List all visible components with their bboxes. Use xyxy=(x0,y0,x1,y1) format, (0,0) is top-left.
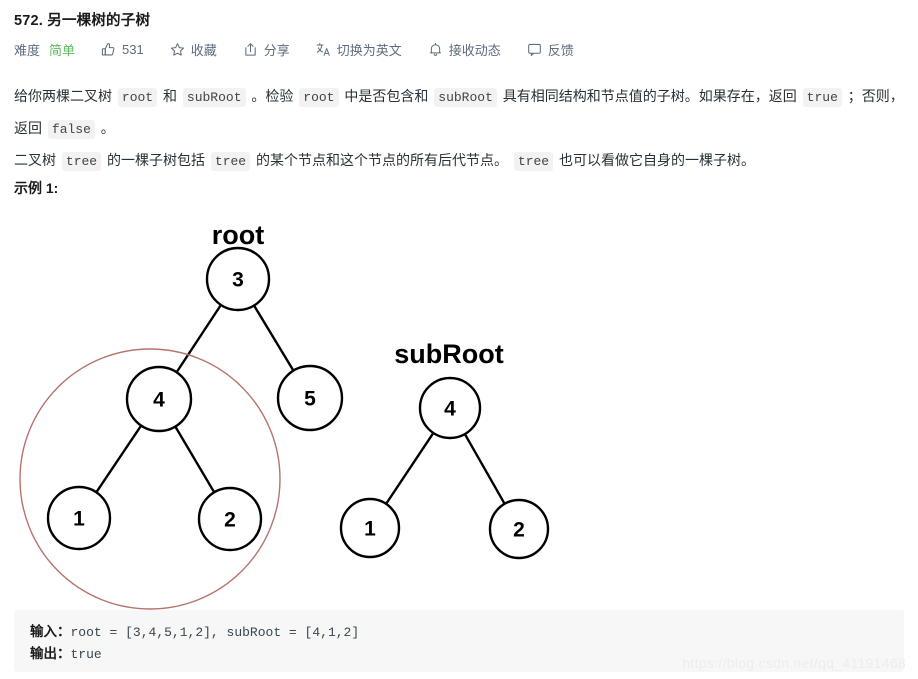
translate-icon xyxy=(316,42,331,57)
desc-text: 也可以看做它自身的一棵子树。 xyxy=(555,152,755,168)
like-count: 531 xyxy=(122,41,144,57)
difficulty-value: 简单 xyxy=(49,42,76,58)
tree-diagram-svg: 3 4 5 1 2 4 1 2 root subRoot xyxy=(19,220,550,610)
tree-node: 4 xyxy=(125,365,193,433)
tree-node-value: 4 xyxy=(444,398,456,421)
tree-edge xyxy=(175,304,222,373)
favorite-label: 收藏 xyxy=(190,42,217,58)
tree-node-value: 1 xyxy=(73,508,85,531)
inline-code-true: true xyxy=(802,88,842,107)
tree-node-value: 2 xyxy=(224,509,236,532)
problem-description: 给你两棵二叉树 root 和 subRoot 。检验 root 中是否包含和 s… xyxy=(14,81,904,177)
feedback-label: 反馈 xyxy=(547,42,574,58)
like-button[interactable]: 531 xyxy=(101,38,144,60)
tree-node-value: 3 xyxy=(232,269,244,292)
tree-node: 1 xyxy=(46,485,112,551)
input-value: root = [3,4,5,1,2], subRoot = [4,1,2] xyxy=(70,625,360,640)
share-icon xyxy=(243,42,258,57)
tree-node: 2 xyxy=(488,498,550,560)
desc-text: 具有相同结构和节点值的子树。如果存在，返回 xyxy=(498,88,801,104)
tree-diagram: 3 4 5 1 2 4 1 2 root subRoot xyxy=(0,200,918,610)
feedback-button[interactable]: 反馈 xyxy=(527,38,574,60)
desc-text: 给你两棵二叉树 xyxy=(14,88,116,104)
thumbs-up-icon xyxy=(101,42,116,57)
description-paragraph-1: 给你两棵二叉树 root 和 subRoot 。检验 root 中是否包含和 s… xyxy=(14,81,904,145)
inline-code-subroot: subRoot xyxy=(182,88,246,107)
inline-code-tree: tree xyxy=(61,152,102,171)
tree-edge xyxy=(385,432,435,505)
translate-button[interactable]: 切换为英文 xyxy=(316,38,402,60)
problem-page: 572. 另一棵树的子树 难度 简单 531 收藏 分享 切换为英文 接收动态 … xyxy=(0,0,918,679)
inline-code-root: root xyxy=(299,88,339,107)
bell-icon xyxy=(428,42,443,57)
tree-node: 2 xyxy=(197,486,263,552)
tree-edge xyxy=(174,425,216,493)
difficulty-badge: 简单 xyxy=(49,38,75,60)
translate-label: 切换为英文 xyxy=(336,42,402,58)
desc-text: 的某个节点和这个节点的所有后代节点。 xyxy=(252,152,512,168)
star-icon xyxy=(170,42,185,57)
desc-text: 中是否包含和 xyxy=(340,88,433,104)
desc-text: 和 xyxy=(159,88,181,104)
code-line-input: 输入：root = [3,4,5,1,2], subRoot = [4,1,2] xyxy=(30,621,888,643)
inline-code-tree: tree xyxy=(513,152,554,171)
input-key: 输入： xyxy=(30,624,71,639)
subscribe-button[interactable]: 接收动态 xyxy=(428,38,501,60)
desc-text: 的一棵子树包括 xyxy=(103,152,209,168)
tree-node-value: 2 xyxy=(513,519,525,542)
tree-node: 5 xyxy=(276,364,344,432)
tree-node: 3 xyxy=(205,246,271,312)
tree-edge xyxy=(253,304,295,372)
subscribe-label: 接收动态 xyxy=(448,42,501,58)
inline-code-tree: tree xyxy=(210,152,251,171)
favorite-button[interactable]: 收藏 xyxy=(170,38,217,60)
tree-nodes: 3 4 5 1 2 4 1 2 xyxy=(46,246,550,560)
tree-node: 1 xyxy=(339,497,401,559)
tree-edge xyxy=(463,433,506,505)
tree-node-value: 1 xyxy=(364,518,376,541)
desc-text: 。 xyxy=(96,120,115,136)
feedback-icon xyxy=(527,42,542,57)
code-line-output: 输出：true xyxy=(30,643,888,665)
example-heading: 示例 1: xyxy=(14,180,59,196)
difficulty-text: 难度 xyxy=(14,42,41,58)
output-value: true xyxy=(70,647,102,662)
tree-node-value: 4 xyxy=(153,389,165,412)
description-paragraph-2: 二叉树 tree 的一棵子树包括 tree 的某个节点和这个节点的所有后代节点。… xyxy=(14,145,904,177)
inline-code-root: root xyxy=(117,88,158,107)
output-key: 输出： xyxy=(30,646,71,661)
problem-toolbar: 难度 简单 531 收藏 分享 切换为英文 接收动态 反馈 xyxy=(14,38,574,60)
subroot-tree-label: subRoot xyxy=(394,339,503,369)
tree-node-value: 5 xyxy=(304,388,316,411)
desc-text: 。检验 xyxy=(247,88,298,104)
inline-code-subroot: subRoot xyxy=(434,88,497,107)
inline-code-false: false xyxy=(47,120,95,139)
root-tree-label: root xyxy=(212,220,264,250)
tree-node: 4 xyxy=(418,376,482,440)
share-label: 分享 xyxy=(263,42,290,58)
difficulty-label: 难度 xyxy=(14,38,40,60)
example-code-block: 输入：root = [3,4,5,1,2], subRoot = [4,1,2]… xyxy=(14,610,904,672)
page-title: 572. 另一棵树的子树 xyxy=(14,13,151,29)
tree-edge xyxy=(95,424,143,493)
desc-text: 二叉树 xyxy=(14,152,60,168)
share-button[interactable]: 分享 xyxy=(243,38,290,60)
